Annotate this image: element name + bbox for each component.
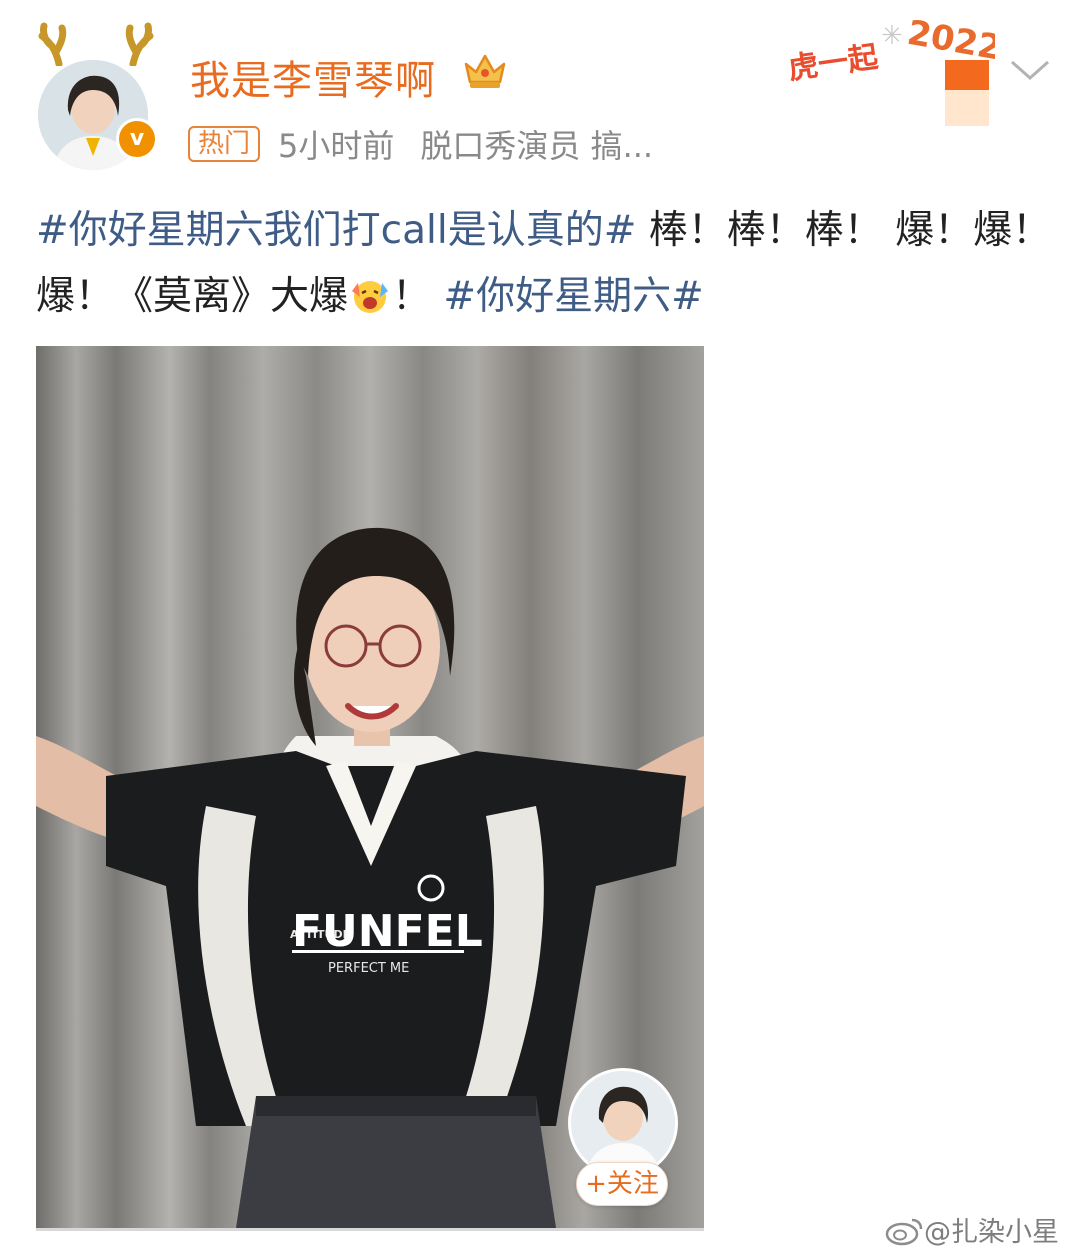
- svg-text:✳: ✳: [881, 21, 903, 51]
- post-text: #你好星期六我们打call是认真的# 棒！棒！棒！ 爆！爆！爆！《莫离》大爆 ！…: [36, 198, 1056, 330]
- verified-badge: v: [116, 118, 158, 160]
- antler-left-icon: [38, 22, 67, 66]
- weibo-logo-icon: [885, 1218, 923, 1245]
- post-time: 5小时前: [278, 127, 395, 165]
- svg-text:虎一起: 虎一起: [786, 40, 881, 87]
- user-avatar-container[interactable]: v: [28, 22, 158, 170]
- tiger-year-sticker-icon: 虎一起 ✳ 2022: [786, 13, 995, 126]
- watermark-text: @扎染小星: [924, 1217, 1059, 1248]
- antler-right-icon: [125, 22, 154, 66]
- username[interactable]: 我是李雪琴啊: [190, 48, 436, 106]
- divider: [36, 1228, 704, 1231]
- watermark: @扎染小星: [884, 1210, 1059, 1249]
- follow-button[interactable]: +关注: [576, 1162, 668, 1206]
- crown-icon: [464, 54, 506, 88]
- hashtag-link[interactable]: #你好星期六我们打call是认真的#: [36, 208, 636, 253]
- post-meta: 热门 5小时前 脱口秀演员 搞...: [188, 124, 679, 165]
- excited-emoji-icon: [352, 281, 389, 313]
- post-body-text-2: ！: [392, 274, 444, 319]
- shirt-sub-text: PERFECT ME: [328, 961, 409, 976]
- shirt-brand-text: FUNFEL: [292, 906, 483, 957]
- hot-badge: 热门: [188, 126, 261, 162]
- chevron-down-icon[interactable]: [1008, 56, 1052, 84]
- user-bio: 脱口秀演员 搞...: [420, 127, 654, 165]
- hashtag-link-2[interactable]: #你好星期六#: [443, 274, 703, 319]
